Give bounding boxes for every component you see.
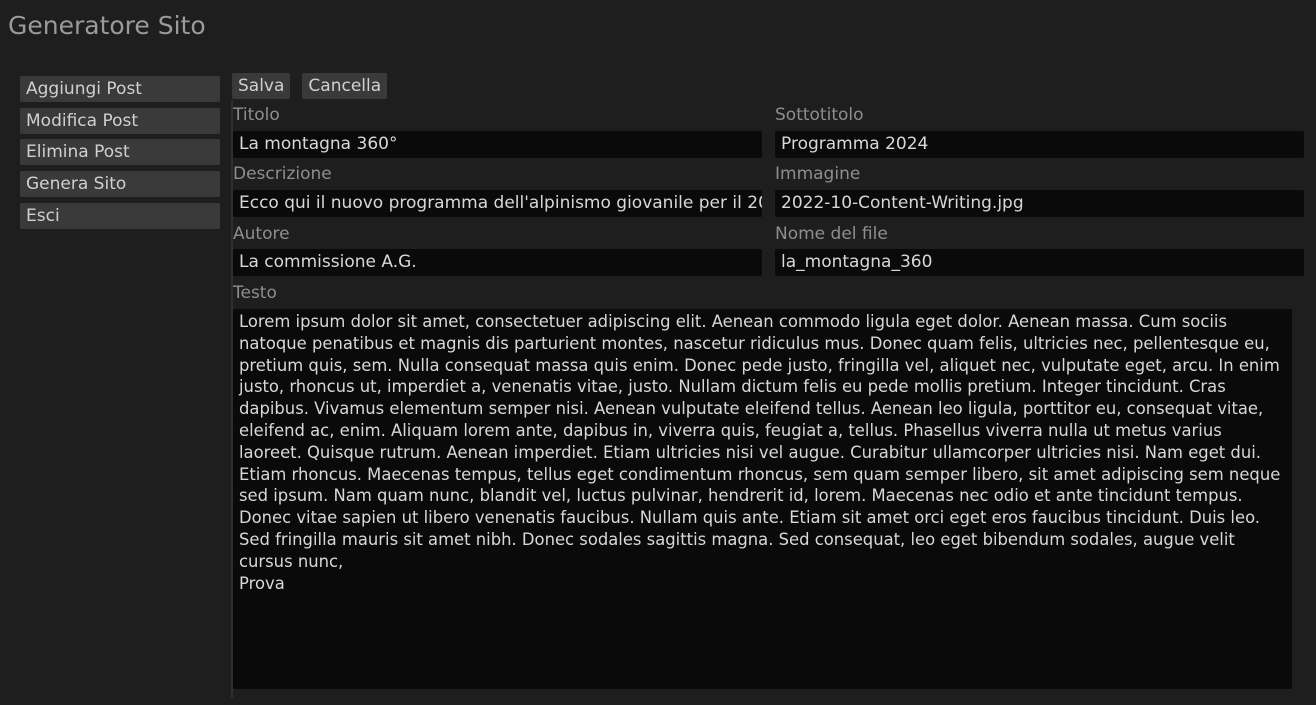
delete-post-button[interactable]: Elimina Post xyxy=(20,139,220,166)
author-label: Autore xyxy=(233,224,290,244)
editor-toolbar: Salva Cancella xyxy=(232,73,388,99)
subtitle-label: Sottotitolo xyxy=(775,105,864,125)
app-title: Generatore Sito xyxy=(8,11,206,40)
save-button[interactable]: Salva xyxy=(232,73,291,99)
image-field[interactable]: 2022-10-Content-Writing.jpg xyxy=(775,190,1304,217)
filename-field[interactable]: la_montagna_360 xyxy=(775,249,1304,276)
description-label: Descrizione xyxy=(233,164,332,184)
exit-button[interactable]: Esci xyxy=(20,202,220,229)
edit-post-button[interactable]: Modifica Post xyxy=(20,107,220,134)
image-label: Immagine xyxy=(775,164,861,184)
add-post-button[interactable]: Aggiungi Post xyxy=(20,76,220,102)
title-field[interactable]: La montagna 360° xyxy=(233,131,762,158)
generate-site-button[interactable]: Genera Sito xyxy=(20,171,220,198)
text-area[interactable]: Lorem ipsum dolor sit amet, consectetuer… xyxy=(233,309,1292,689)
description-field[interactable]: Ecco qui il nuovo programma dell'alpinis… xyxy=(233,190,762,217)
text-label: Testo xyxy=(233,283,277,303)
sidebar: Aggiungi Post Modifica Post Elimina Post… xyxy=(20,76,220,234)
title-label: Titolo xyxy=(233,105,280,125)
cancel-button[interactable]: Cancella xyxy=(302,73,388,99)
author-field[interactable]: La commissione A.G. xyxy=(233,249,762,276)
subtitle-field[interactable]: Programma 2024 xyxy=(775,131,1304,158)
filename-label: Nome del file xyxy=(775,224,888,244)
